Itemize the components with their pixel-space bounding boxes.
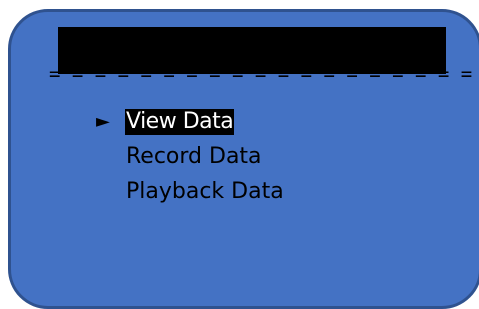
separator-line: = = = = = = = = = = = = = = = = = = = = … xyxy=(49,63,479,85)
menu-item-label: Playback Data xyxy=(126,179,284,204)
main-menu: ► View Data Record Data Playback Data xyxy=(96,104,285,209)
menu-item-label: Record Data xyxy=(126,144,262,169)
menu-item-view-data[interactable]: ► View Data xyxy=(96,104,285,139)
menu-item-playback-data[interactable]: Playback Data xyxy=(96,174,285,209)
right-triangle-icon: ► xyxy=(96,111,110,132)
menu-item-record-data[interactable]: Record Data xyxy=(96,139,285,174)
menu-item-label: View Data xyxy=(125,109,235,135)
